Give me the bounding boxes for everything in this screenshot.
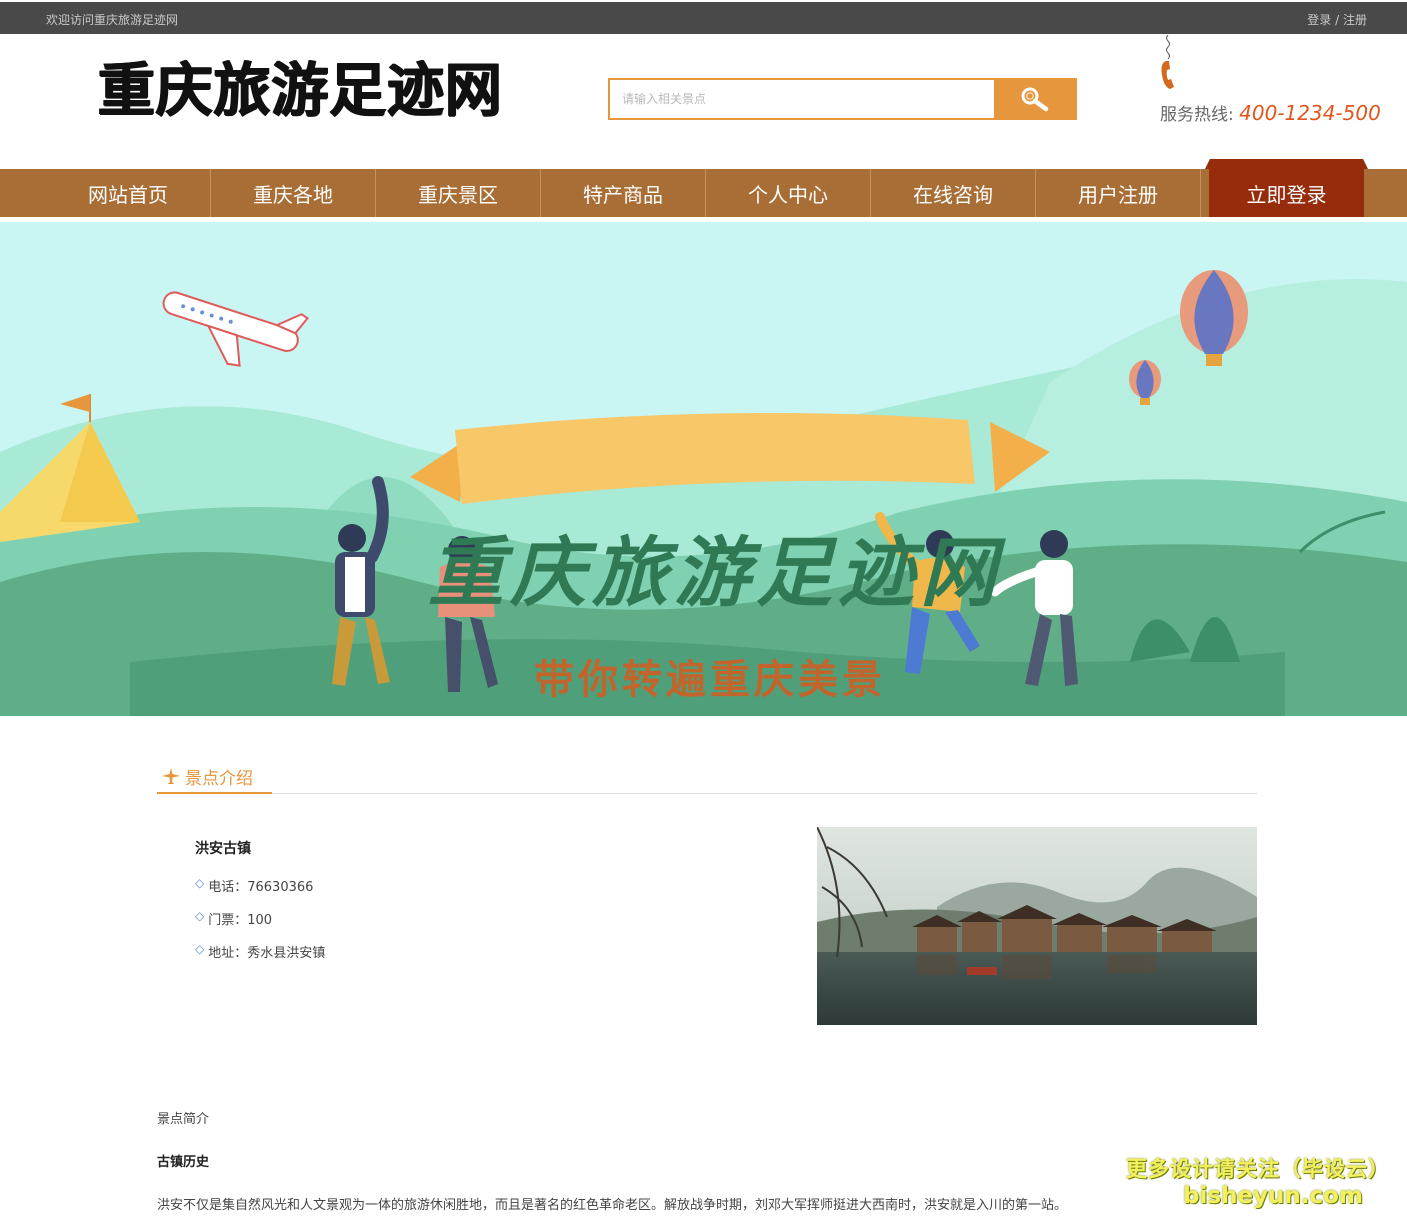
nav-specialties[interactable]: 特产商品	[541, 169, 706, 217]
phone-icon	[1161, 35, 1174, 89]
intro-heading: 古镇历史	[157, 1155, 210, 1170]
diamond-icon: ◇	[195, 942, 205, 956]
banner-subtitle: 带你转遍重庆美景	[534, 656, 886, 703]
nav-regions[interactable]: 重庆各地	[211, 169, 376, 217]
nav-register[interactable]: 用户注册	[1036, 169, 1201, 217]
auth-links: 登录 / 注册	[1307, 11, 1367, 28]
auth-separator: /	[1331, 13, 1343, 27]
banner-title: 重庆旅游足迹网	[428, 528, 1002, 617]
banner-illustration	[0, 222, 1407, 716]
register-link[interactable]: 注册	[1343, 13, 1367, 27]
diamond-icon: ◇	[195, 876, 205, 890]
welcome-text: 欢迎访问重庆旅游足迹网	[46, 13, 179, 27]
town-photo	[817, 827, 1257, 1025]
hero-banner: 重庆旅游足迹网 带你转遍重庆美景	[0, 222, 1407, 716]
intro-label: 景点简介	[157, 1112, 210, 1127]
hotline-label: 服务热线:	[1160, 105, 1234, 125]
top-strip: 欢迎访问重庆旅游足迹网 登录 / 注册	[0, 2, 1407, 34]
spot-phone: 电话：76630366	[208, 880, 314, 895]
nav-consult[interactable]: 在线咨询	[871, 169, 1036, 217]
watermark-line2: bisheyun.com	[1183, 1183, 1363, 1209]
main-nav: 网站首页 重庆各地 重庆景区 特产商品 个人中心 在线咨询 用户注册 立即登录	[0, 169, 1407, 217]
section-tab: 景点介绍	[157, 760, 272, 794]
section-title: 景点介绍	[185, 768, 253, 789]
login-link[interactable]: 登录	[1307, 13, 1331, 27]
watermark: 更多设计请关注（毕设云） bisheyun.com	[1126, 1153, 1390, 1209]
nav-login[interactable]: 立即登录	[1209, 169, 1364, 217]
nav-user-center[interactable]: 个人中心	[706, 169, 871, 217]
spot-address-row: ◇ 地址：秀水县洪安镇	[195, 942, 325, 975]
diamond-icon: ◇	[195, 909, 205, 923]
spot-ticket-row: ◇ 门票：100	[195, 909, 325, 942]
spot-address: 地址：秀水县洪安镇	[208, 946, 326, 961]
watermark-line1: 更多设计请关注（毕设云）	[1126, 1157, 1390, 1181]
spot-intro: 景点简介 古镇历史 洪安不仅是集自然风光和人文景观为一体的旅游休闲胜地，而且是著…	[157, 1108, 1257, 1213]
site-logo[interactable]: 重庆旅游足迹网	[98, 58, 503, 122]
nav-home[interactable]: 网站首页	[46, 169, 211, 217]
section-header: 景点介绍	[157, 760, 1257, 794]
search-button[interactable]	[994, 80, 1075, 118]
hotline: 服务热线: 400-1234-500	[1160, 100, 1381, 125]
search-box	[608, 78, 1077, 120]
spot-photo	[817, 827, 1257, 1025]
spot-phone-row: ◇ 电话：76630366	[195, 876, 325, 909]
hotline-number: 400-1234-500	[1239, 101, 1381, 125]
spot-name: 洪安古镇	[195, 841, 251, 857]
spot-info: 洪安古镇 ◇ 电话：76630366 ◇ 门票：100 ◇ 地址：秀水县洪安镇	[195, 838, 325, 975]
nav-scenic-spots[interactable]: 重庆景区	[376, 169, 541, 217]
intro-paragraph: 洪安不仅是集自然风光和人文景观为一体的旅游休闲胜地，而且是著名的红色革命老区。解…	[157, 1198, 1068, 1213]
airplane-icon	[162, 768, 180, 784]
search-input[interactable]	[610, 80, 995, 118]
spot-ticket: 门票：100	[208, 913, 273, 928]
search-icon	[1021, 87, 1048, 112]
